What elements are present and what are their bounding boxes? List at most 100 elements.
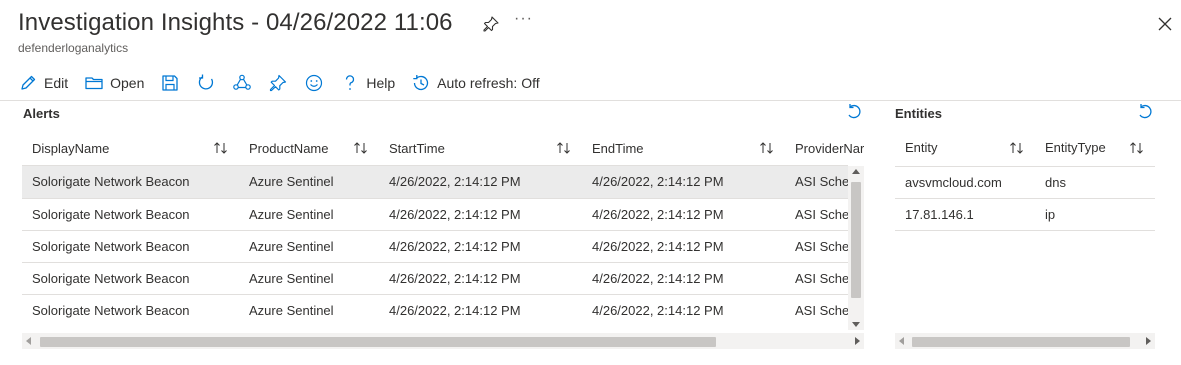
cell-endtime: 4/26/2022, 2:14:12 PM bbox=[582, 262, 785, 295]
column-header-label: DisplayName bbox=[32, 140, 110, 156]
share-icon bbox=[233, 74, 252, 90]
cell-starttime: 4/26/2022, 2:14:12 PM bbox=[379, 230, 582, 263]
open-label: Open bbox=[110, 75, 145, 91]
open-button[interactable]: Open bbox=[84, 70, 144, 96]
sort-icon[interactable] bbox=[213, 141, 229, 155]
scroll-thumb[interactable] bbox=[851, 182, 861, 298]
cell-productname: Azure Sentinel bbox=[239, 198, 379, 231]
auto-refresh-icon bbox=[413, 75, 429, 91]
pin-dashboard-button[interactable] bbox=[268, 70, 288, 96]
close-icon[interactable] bbox=[1156, 15, 1174, 33]
scroll-left-icon[interactable] bbox=[899, 337, 904, 345]
cell-entitytype: ip bbox=[1035, 198, 1155, 231]
undo-icon[interactable] bbox=[845, 103, 863, 121]
entities-header-row: Entity EntityType bbox=[895, 130, 1155, 167]
scroll-thumb[interactable] bbox=[40, 337, 716, 347]
page-title: Investigation Insights - 04/26/2022 11:0… bbox=[18, 9, 453, 36]
alerts-vertical-scrollbar[interactable] bbox=[848, 166, 864, 330]
column-header-label: EndTime bbox=[592, 140, 644, 156]
table-row[interactable]: Solorigate Network Beacon Azure Sentinel… bbox=[22, 198, 864, 231]
auto-refresh-label: Auto refresh: Off bbox=[437, 75, 540, 91]
cell-entity: avsvmcloud.com bbox=[895, 166, 1035, 199]
help-label: Help bbox=[366, 75, 396, 91]
cell-entitytype: dns bbox=[1035, 166, 1155, 199]
feedback-icon bbox=[306, 74, 323, 92]
scroll-right-icon[interactable] bbox=[855, 337, 860, 345]
sort-icon[interactable] bbox=[759, 141, 775, 155]
alerts-horizontal-scrollbar[interactable] bbox=[22, 333, 864, 349]
sort-icon[interactable] bbox=[353, 141, 369, 155]
cell-productname: Azure Sentinel bbox=[239, 294, 379, 326]
share-button[interactable] bbox=[232, 70, 252, 96]
auto-refresh-button[interactable]: Auto refresh: Off bbox=[411, 70, 540, 96]
scroll-up-icon[interactable] bbox=[852, 169, 860, 174]
table-row[interactable]: Solorigate Network Beacon Azure Sentinel… bbox=[22, 230, 864, 263]
undo-icon[interactable] bbox=[1136, 103, 1154, 121]
column-header-entitytype[interactable]: EntityType bbox=[1035, 130, 1155, 167]
cell-starttime: 4/26/2022, 2:14:12 PM bbox=[379, 198, 582, 231]
column-header-productname[interactable]: ProductName bbox=[239, 130, 379, 166]
workspace-name: defenderloganalytics bbox=[18, 41, 129, 55]
toolbar-divider bbox=[0, 100, 1181, 101]
table-row[interactable]: Solorigate Network Beacon Azure Sentinel… bbox=[22, 166, 864, 199]
help-button[interactable]: Help bbox=[340, 70, 395, 96]
table-row[interactable]: Solorigate Network Beacon Azure Sentinel… bbox=[22, 294, 864, 326]
column-header-label: EntityType bbox=[1045, 140, 1106, 156]
open-icon bbox=[85, 77, 103, 90]
scroll-down-icon[interactable] bbox=[852, 322, 860, 327]
refresh-icon bbox=[199, 74, 214, 90]
cell-displayname: Solorigate Network Beacon bbox=[22, 198, 239, 231]
cell-entity: 17.81.146.1 bbox=[895, 198, 1035, 231]
edit-label: Edit bbox=[44, 75, 69, 91]
sort-icon[interactable] bbox=[1129, 141, 1145, 155]
feedback-button[interactable] bbox=[304, 70, 324, 96]
table-row[interactable]: 17.81.146.1 ip bbox=[895, 198, 1155, 231]
cell-displayname: Solorigate Network Beacon bbox=[22, 230, 239, 263]
pin-icon bbox=[270, 74, 287, 92]
cell-displayname: Solorigate Network Beacon bbox=[22, 294, 239, 326]
edit-icon bbox=[21, 75, 36, 90]
cell-displayname: Solorigate Network Beacon bbox=[22, 166, 239, 199]
column-header-displayname[interactable]: DisplayName bbox=[22, 130, 239, 166]
alerts-header-row: DisplayName ProductName StartTime EndTim… bbox=[22, 130, 864, 166]
table-row[interactable]: Solorigate Network Beacon Azure Sentinel… bbox=[22, 262, 864, 295]
cell-endtime: 4/26/2022, 2:14:12 PM bbox=[582, 198, 785, 231]
column-header-label: ProviderNar bbox=[795, 140, 864, 156]
column-header-starttime[interactable]: StartTime bbox=[379, 130, 582, 166]
column-header-label: StartTime bbox=[389, 140, 445, 156]
sort-icon[interactable] bbox=[1009, 141, 1025, 155]
scroll-thumb[interactable] bbox=[912, 337, 1130, 347]
more-icon[interactable]: ··· bbox=[514, 10, 533, 28]
help-icon bbox=[346, 75, 355, 90]
header-divider bbox=[22, 165, 848, 166]
column-header-endtime[interactable]: EndTime bbox=[582, 130, 785, 166]
cell-endtime: 4/26/2022, 2:14:12 PM bbox=[582, 230, 785, 263]
command-bar: Edit Open Help Auto refresh: Off bbox=[18, 70, 556, 96]
cell-productname: Azure Sentinel bbox=[239, 262, 379, 295]
save-icon bbox=[162, 75, 179, 91]
entities-section-title: Entities bbox=[895, 106, 942, 121]
column-header-label: ProductName bbox=[249, 140, 329, 156]
cell-endtime: 4/26/2022, 2:14:12 PM bbox=[582, 166, 785, 199]
cell-starttime: 4/26/2022, 2:14:12 PM bbox=[379, 294, 582, 326]
entities-horizontal-scrollbar[interactable] bbox=[895, 333, 1155, 349]
refresh-button[interactable] bbox=[196, 70, 216, 96]
alerts-section-title: Alerts bbox=[23, 106, 60, 121]
column-header-entity[interactable]: Entity bbox=[895, 130, 1035, 167]
cell-productname: Azure Sentinel bbox=[239, 230, 379, 263]
cell-starttime: 4/26/2022, 2:14:12 PM bbox=[379, 262, 582, 295]
cell-endtime: 4/26/2022, 2:14:12 PM bbox=[582, 294, 785, 326]
alerts-grid: DisplayName ProductName StartTime EndTim… bbox=[22, 130, 864, 326]
column-header-providername[interactable]: ProviderNar bbox=[785, 130, 864, 166]
pin-icon[interactable] bbox=[482, 15, 500, 33]
table-row[interactable]: avsvmcloud.com dns bbox=[895, 166, 1155, 199]
cell-starttime: 4/26/2022, 2:14:12 PM bbox=[379, 166, 582, 199]
cell-displayname: Solorigate Network Beacon bbox=[22, 262, 239, 295]
entities-grid: Entity EntityType avsvmcloud.com dns 17.… bbox=[895, 130, 1155, 240]
save-button[interactable] bbox=[160, 70, 180, 96]
scroll-left-icon[interactable] bbox=[26, 337, 31, 345]
column-header-label: Entity bbox=[905, 140, 938, 156]
scroll-right-icon[interactable] bbox=[1146, 337, 1151, 345]
sort-icon[interactable] bbox=[556, 141, 572, 155]
edit-button[interactable]: Edit bbox=[18, 70, 68, 96]
